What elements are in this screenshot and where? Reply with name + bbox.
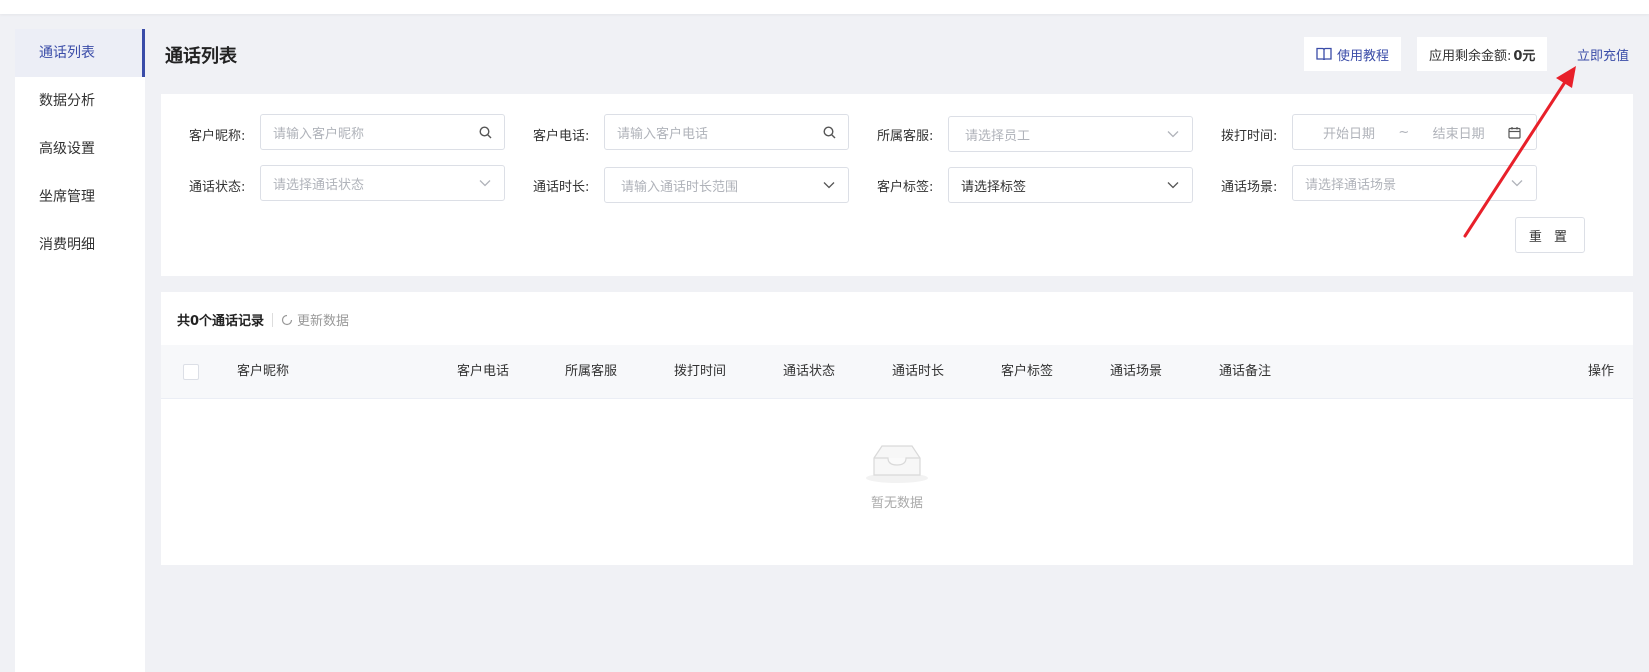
scene-label: 通话场景: <box>1221 180 1278 195</box>
sidebar-item-data-analysis[interactable]: 数据分析 <box>15 77 145 125</box>
sidebar: 通话列表 数据分析 高级设置 坐席管理 消费明细 <box>15 29 145 672</box>
record-count: 共0个通话记录 <box>177 314 265 329</box>
select-all-checkbox[interactable] <box>183 364 199 380</box>
nickname-label: 客户昵称: <box>189 129 246 144</box>
column-header[interactable]: 操作 <box>1588 345 1614 399</box>
tag-select[interactable]: 请选择标签 <box>948 167 1193 203</box>
page-title: 通话列表 <box>165 46 237 67</box>
service-label: 所属客服: <box>877 129 934 144</box>
empty-state: 暂无数据 <box>161 442 1633 511</box>
top-bar <box>0 0 1649 14</box>
refresh-icon <box>281 314 293 325</box>
date-separator: ~ <box>1398 124 1410 140</box>
nickname-input[interactable]: 请输入客户昵称 <box>260 114 505 150</box>
balance-value: 0元 <box>1513 48 1536 64</box>
table-panel: 共0个通话记录 更新数据 客户昵称 客户电话 所属客服 拨打时间 通话状态 通话… <box>161 292 1633 565</box>
sidebar-item-advanced-settings[interactable]: 高级设置 <box>15 125 145 173</box>
chevron-down-icon <box>478 176 492 190</box>
column-header[interactable]: 客户标签 <box>1001 345 1053 399</box>
status-select[interactable]: 请选择通话状态 <box>260 165 505 201</box>
search-icon[interactable] <box>822 125 836 139</box>
divider <box>272 312 274 327</box>
scene-select[interactable]: 请选择通话场景 <box>1292 165 1537 201</box>
service-placeholder: 请选择员工 <box>965 128 1031 144</box>
dial-time-label: 拨打时间: <box>1221 129 1278 144</box>
column-header[interactable]: 客户电话 <box>457 345 509 399</box>
phone-placeholder: 请输入客户电话 <box>617 126 709 142</box>
sidebar-item-call-list[interactable]: 通话列表 <box>15 29 145 77</box>
column-header[interactable]: 拨打时间 <box>674 345 726 399</box>
empty-inbox-icon <box>866 445 928 483</box>
filter-panel: 客户昵称: 请输入客户昵称 客户电话: 请输入客户电话 所属客服: 请选择员工 … <box>161 94 1633 276</box>
refresh-label: 更新数据 <box>297 314 350 329</box>
column-header[interactable]: 所属客服 <box>565 345 617 399</box>
column-header[interactable]: 通话场景 <box>1110 345 1162 399</box>
recharge-link[interactable]: 立即充值 <box>1577 45 1629 64</box>
column-header[interactable]: 通话状态 <box>783 345 835 399</box>
column-header[interactable]: 通话备注 <box>1219 345 1271 399</box>
status-label: 通话状态: <box>189 180 246 195</box>
dial-time-range[interactable]: 开始日期 ~ 结束日期 <box>1292 114 1537 150</box>
sidebar-item-consumption-details[interactable]: 消费明细 <box>15 221 145 269</box>
nickname-placeholder: 请输入客户昵称 <box>273 126 365 142</box>
column-header[interactable]: 客户昵称 <box>237 345 289 399</box>
phone-label: 客户电话: <box>533 129 590 144</box>
chevron-down-icon <box>1510 176 1524 190</box>
search-icon[interactable] <box>478 125 492 139</box>
service-select[interactable]: 请选择员工 <box>948 116 1193 152</box>
sidebar-item-seat-management[interactable]: 坐席管理 <box>15 173 145 221</box>
column-header[interactable]: 通话时长 <box>892 345 944 399</box>
balance-label: 应用剩余金额: <box>1429 48 1512 64</box>
phone-input[interactable]: 请输入客户电话 <box>604 114 849 150</box>
chevron-down-icon <box>822 178 836 192</box>
refresh-button[interactable]: 更新数据 <box>281 310 349 329</box>
table-summary: 共0个通话记录 更新数据 <box>177 310 349 329</box>
tag-label: 客户标签: <box>877 180 934 195</box>
table-header: 客户昵称 客户电话 所属客服 拨打时间 通话状态 通话时长 客户标签 通话场景 … <box>161 345 1633 399</box>
empty-text: 暂无数据 <box>870 496 923 511</box>
tutorial-label: 使用教程 <box>1337 48 1390 64</box>
duration-placeholder: 请输入通话时长范围 <box>621 179 739 195</box>
chevron-down-icon <box>1166 127 1180 141</box>
calendar-icon <box>1508 125 1522 139</box>
balance-box: 应用剩余金额: 0元 <box>1417 37 1548 71</box>
status-placeholder: 请选择通话状态 <box>273 177 365 193</box>
reset-button[interactable]: 重 置 <box>1515 217 1585 253</box>
duration-label: 通话时长: <box>533 180 590 195</box>
tag-value: 请选择标签 <box>961 179 1027 195</box>
end-date-placeholder: 结束日期 <box>1432 126 1485 142</box>
duration-select[interactable]: 请输入通话时长范围 <box>604 167 849 203</box>
chevron-down-icon <box>1166 178 1180 192</box>
scene-placeholder: 请选择通话场景 <box>1305 177 1397 193</box>
book-icon <box>1316 47 1332 61</box>
tutorial-button[interactable]: 使用教程 <box>1304 37 1402 71</box>
start-date-placeholder: 开始日期 <box>1323 126 1376 142</box>
